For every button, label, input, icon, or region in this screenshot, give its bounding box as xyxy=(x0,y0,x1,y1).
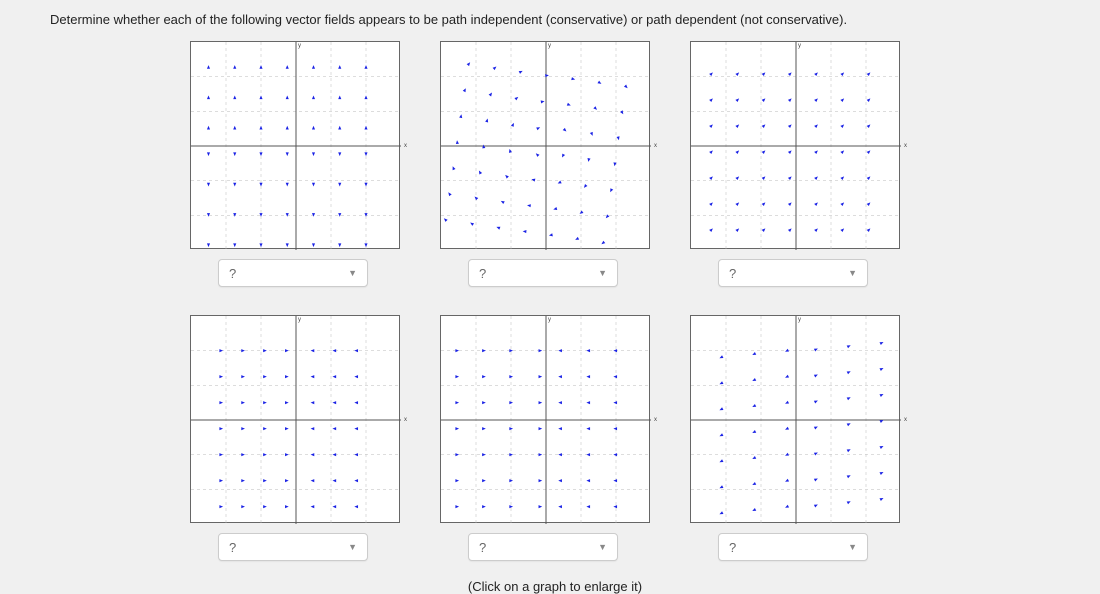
answer-select-3[interactable]: ? ▼ xyxy=(718,259,868,287)
chevron-down-icon: ▼ xyxy=(348,268,357,278)
vector-plot-4[interactable]: xy xyxy=(190,315,400,523)
answer-select-1-label: ? xyxy=(229,266,236,281)
answer-select-1[interactable]: ? ▼ xyxy=(218,259,368,287)
vector-plot-1[interactable]: xy xyxy=(190,41,400,249)
chevron-down-icon: ▼ xyxy=(598,542,607,552)
answer-select-6-label: ? xyxy=(729,540,736,555)
vector-plot-2[interactable]: xy xyxy=(440,41,650,249)
answer-select-2[interactable]: ? ▼ xyxy=(468,259,618,287)
chevron-down-icon: ▼ xyxy=(348,542,357,552)
question-prompt: Determine whether each of the following … xyxy=(50,12,1060,27)
answer-select-5-label: ? xyxy=(479,540,486,555)
chevron-down-icon: ▼ xyxy=(848,268,857,278)
fields-grid: xy ? ▼ xy ? ▼ xy ? ▼ xy ? ▼ xy ? ▼ xy xyxy=(50,41,1060,561)
field-cell-1: xy ? ▼ xyxy=(190,41,420,287)
vector-plot-5[interactable]: xy xyxy=(440,315,650,523)
field-cell-5: xy ? ▼ xyxy=(440,315,670,561)
answer-select-6[interactable]: ? ▼ xyxy=(718,533,868,561)
answer-select-5[interactable]: ? ▼ xyxy=(468,533,618,561)
vector-plot-3[interactable]: xy xyxy=(690,41,900,249)
answer-select-2-label: ? xyxy=(479,266,486,281)
chevron-down-icon: ▼ xyxy=(848,542,857,552)
field-cell-6: xy ? ▼ xyxy=(690,315,920,561)
enlarge-hint: (Click on a graph to enlarge it) xyxy=(50,579,1060,594)
field-cell-4: xy ? ▼ xyxy=(190,315,420,561)
answer-select-4[interactable]: ? ▼ xyxy=(218,533,368,561)
answer-select-3-label: ? xyxy=(729,266,736,281)
field-cell-3: xy ? ▼ xyxy=(690,41,920,287)
answer-select-4-label: ? xyxy=(229,540,236,555)
field-cell-2: xy ? ▼ xyxy=(440,41,670,287)
vector-plot-6[interactable]: xy xyxy=(690,315,900,523)
chevron-down-icon: ▼ xyxy=(598,268,607,278)
